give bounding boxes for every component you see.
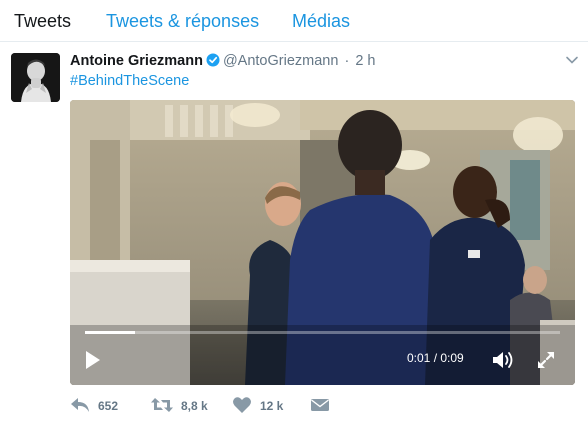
video-timecode: 0:01 / 0:09 [407, 351, 464, 365]
retweet-icon [150, 398, 174, 418]
author-handle[interactable]: @AntoGriezmann [223, 53, 338, 69]
avatar[interactable] [11, 53, 60, 102]
tweet-text: #BehindTheScene [70, 71, 189, 91]
volume-icon[interactable] [492, 350, 514, 370]
hashtag-link[interactable]: #BehindTheScene [70, 73, 189, 89]
chevron-down-icon[interactable] [565, 53, 579, 67]
direct-message-icon [310, 399, 330, 418]
reply-icon [70, 398, 90, 418]
like-button[interactable]: 12 k [232, 396, 283, 418]
tweet-header: Antoine Griezmann @AntoGriezmann · 2 h [70, 51, 375, 71]
tab-tweets-and-replies[interactable]: Tweets & réponses [106, 11, 259, 31]
retweet-count: 8,8 k [181, 399, 208, 413]
video-progress-fill [85, 331, 135, 334]
reply-button[interactable]: 652 [70, 396, 118, 418]
tweet-actions: 652 8,8 k 12 k [70, 396, 370, 418]
tab-tweets[interactable]: Tweets [14, 11, 71, 31]
verified-badge-icon [206, 53, 220, 73]
tweet-time[interactable]: 2 h [355, 53, 375, 69]
like-count: 12 k [260, 399, 284, 413]
separator: · [344, 53, 350, 69]
play-icon[interactable] [84, 349, 102, 371]
fullscreen-icon[interactable] [536, 350, 556, 370]
direct-message-button[interactable] [310, 396, 330, 418]
reply-count: 652 [98, 399, 119, 413]
tab-media[interactable]: Médias [292, 11, 350, 31]
video-frame [70, 100, 575, 385]
profile-tabs: Tweets Tweets & réponses Médias [0, 0, 588, 42]
like-icon [232, 397, 252, 418]
retweet-button[interactable]: 8,8 k [150, 396, 208, 418]
author-name[interactable]: Antoine Griezmann [70, 53, 203, 69]
video-progress-bar[interactable] [85, 331, 560, 334]
video-player[interactable]: 0:01 / 0:09 [70, 100, 575, 385]
